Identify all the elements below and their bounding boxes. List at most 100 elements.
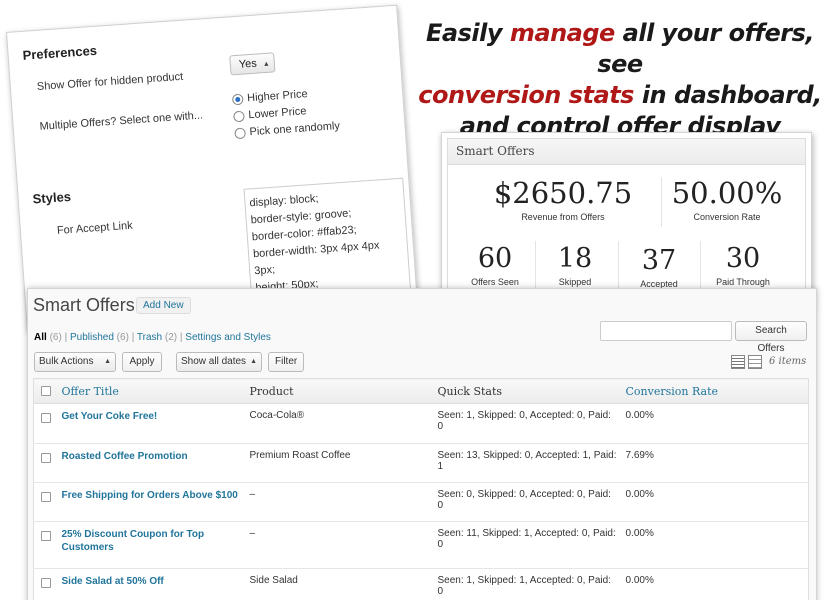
offer-title-link[interactable]: Get Your Coke Free! — [57, 403, 246, 444]
product-cell: – — [245, 521, 434, 569]
settings-and-styles-link[interactable]: Settings and Styles — [185, 332, 271, 343]
accepted-stat: 37 Accepted — [624, 244, 694, 289]
paid-label: Paid Through — [716, 277, 770, 287]
paid-stat: 30 Paid Through — [704, 242, 782, 287]
divider — [700, 241, 701, 291]
seen-label: Offers Seen — [471, 277, 519, 287]
seen-stat: 60 Offers Seen — [460, 242, 530, 287]
divider — [535, 241, 536, 291]
table-row: Free Shipping for Orders Above $100 – Se… — [33, 482, 809, 522]
show-offer-label: Show Offer for hidden product — [36, 70, 184, 93]
bulk-actions-value: Bulk Actions — [39, 356, 94, 367]
row-checkbox-cell — [33, 521, 58, 569]
offer-title-link[interactable]: Side Salad at 50% Off — [57, 568, 246, 600]
skipped-label: Skipped — [558, 277, 592, 287]
show-offer-select[interactable]: Yes ▲ — [229, 52, 276, 76]
headline-text: in dashboard, — [633, 81, 822, 109]
smart-offers-admin: Smart Offers Add New All (6) | Published… — [27, 288, 817, 600]
search-input[interactable] — [600, 321, 732, 341]
stats-widget-title: Smart Offers — [448, 139, 805, 165]
dates-value: Show all dates — [181, 356, 247, 367]
conversion-cell: 0.00% — [621, 568, 809, 600]
conversion-label: Conversion Rate — [693, 212, 761, 222]
revenue-stat: $2650.75 Revenue from Offers — [488, 175, 638, 222]
radio-label: Pick one randomly — [249, 119, 341, 139]
filter-trash[interactable]: Trash — [137, 332, 162, 343]
apply-button[interactable]: Apply — [122, 352, 162, 372]
accepted-value: 37 — [641, 245, 677, 276]
radio-unchecked-icon — [233, 110, 245, 122]
offer-title-link[interactable]: 25% Discount Coupon for Top Customers — [57, 521, 246, 569]
accept-link-label: For Accept Link — [56, 219, 134, 237]
skipped-value: 18 — [557, 243, 593, 274]
product-cell: Side Salad — [245, 568, 434, 600]
conversion-cell: 7.69% — [621, 443, 809, 483]
headline-text: all your offers, see — [597, 19, 814, 78]
filter-count: (6) — [116, 332, 129, 343]
seen-value: 60 — [477, 243, 513, 274]
row-checkbox-cell — [33, 403, 58, 444]
row-checkbox[interactable] — [41, 453, 51, 463]
list-view-icon[interactable] — [731, 355, 745, 369]
col-product: Product — [245, 378, 434, 404]
conversion-cell: 0.00% — [621, 521, 809, 569]
revenue-label: Revenue from Offers — [521, 212, 605, 222]
preferences-title: Preferences — [22, 42, 98, 63]
radio-higher-price[interactable]: Higher Price — [231, 88, 308, 105]
conversion-value: 50.00% — [671, 176, 783, 210]
separator: | — [131, 332, 135, 343]
show-offer-value: Yes — [238, 57, 258, 71]
row-checkbox-cell — [33, 482, 58, 522]
add-new-button[interactable]: Add New — [136, 297, 191, 314]
product-cell: Premium Roast Coffee — [245, 443, 434, 483]
conversion-cell: 0.00% — [621, 482, 809, 522]
col-offer-title[interactable]: Offer Title — [57, 378, 246, 404]
select-all-checkbox[interactable] — [41, 386, 51, 396]
product-cell: – — [245, 482, 434, 522]
row-checkbox[interactable] — [41, 578, 51, 588]
quick-stats-cell: Seen: 1, Skipped: 1, Accepted: 0, Paid: … — [433, 568, 622, 600]
headline-text: Easily — [426, 19, 510, 47]
radio-lower-price[interactable]: Lower Price — [233, 105, 307, 122]
headline-highlight: conversion stats — [418, 81, 634, 109]
select-arrows-icon: ▲ — [250, 358, 257, 365]
product-cell: Coca-Cola® — [245, 403, 434, 444]
quick-stats-cell: Seen: 0, Skipped: 0, Accepted: 0, Paid: … — [433, 482, 622, 522]
stats-widget: Smart Offers $2650.75 Revenue from Offer… — [441, 132, 812, 310]
table-row: Roasted Coffee Promotion Premium Roast C… — [33, 443, 809, 483]
row-checkbox[interactable] — [41, 413, 51, 423]
col-conversion-rate[interactable]: Conversion Rate — [621, 378, 809, 404]
search-offers-button[interactable]: Search Offers — [735, 321, 807, 354]
excerpt-view-icon[interactable] — [748, 355, 762, 369]
revenue-value: $2650.75 — [493, 176, 633, 210]
styles-title: Styles — [32, 188, 72, 207]
offer-title-link[interactable]: Roasted Coffee Promotion — [57, 443, 246, 483]
page-title: Smart Offers — [33, 295, 135, 315]
preferences-panel: Preferences Show Offer for hidden produc… — [6, 4, 418, 332]
row-checkbox[interactable] — [41, 531, 51, 541]
quick-stats-cell: Seen: 11, Skipped: 1, Accepted: 0, Paid:… — [433, 521, 622, 569]
table-header-row: Offer Title Product Quick Stats Conversi… — [33, 378, 809, 404]
quick-stats-cell: Seen: 1, Skipped: 0, Accepted: 0, Paid: … — [433, 403, 622, 444]
conversion-stat: 50.00% Conversion Rate — [662, 175, 792, 222]
skipped-stat: 18 Skipped — [540, 242, 610, 287]
radio-checked-icon — [231, 93, 244, 105]
offer-title-link[interactable]: Free Shipping for Orders Above $100 — [57, 482, 246, 522]
row-checkbox[interactable] — [41, 492, 51, 502]
table-row: 25% Discount Coupon for Top Customers – … — [33, 521, 809, 569]
dates-select[interactable]: Show all dates ▲ — [176, 352, 262, 372]
row-checkbox-cell — [33, 568, 58, 600]
table-row: Get Your Coke Free! Coca-Cola® Seen: 1, … — [33, 403, 809, 444]
filter-count: (2) — [164, 332, 178, 343]
status-filters: All (6) | Published (6) | Trash (2) | Se… — [34, 332, 271, 343]
radio-label: Lower Price — [247, 105, 307, 122]
bulk-actions-select[interactable]: Bulk Actions ▲ — [34, 352, 116, 372]
filter-all[interactable]: All — [34, 332, 47, 343]
radio-pick-random[interactable]: Pick one randomly — [234, 120, 340, 139]
filter-button[interactable]: Filter — [268, 352, 304, 372]
conversion-cell: 0.00% — [621, 403, 809, 444]
radio-unchecked-icon — [234, 127, 246, 139]
filter-published[interactable]: Published — [70, 332, 114, 343]
headline-highlight: manage — [509, 19, 615, 47]
separator: | — [179, 332, 183, 343]
